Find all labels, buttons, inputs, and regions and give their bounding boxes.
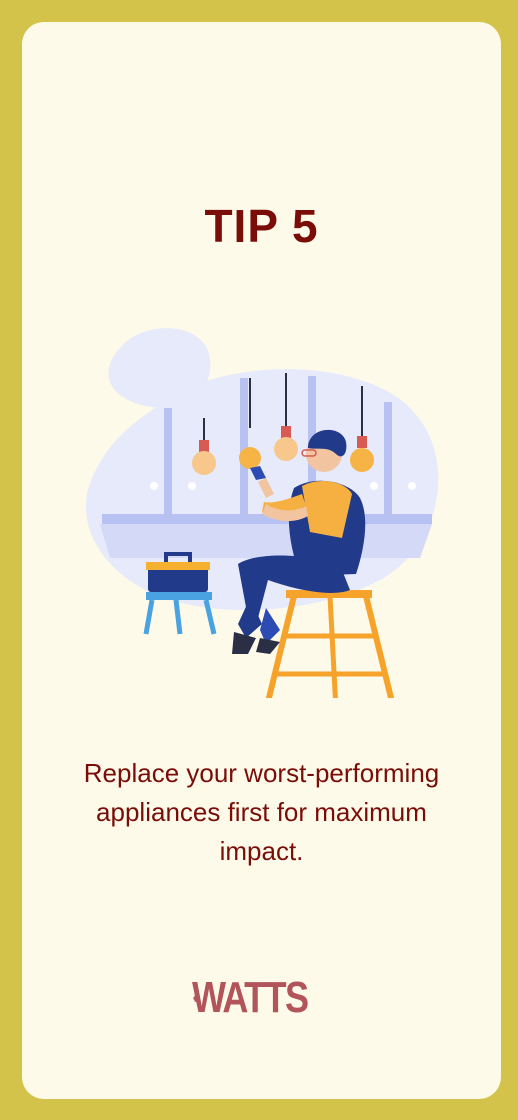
tip-description: Replace your worst-performing appliances… — [83, 758, 440, 866]
watts-logo: WATTS — [192, 968, 333, 1028]
logo-wordmark: WATTS — [192, 973, 309, 1022]
tip-title: TIP 5 — [204, 200, 319, 252]
tip-card: TIP 5 Replace your worst-performing appl… — [22, 22, 501, 1099]
electrician-illustration — [85, 328, 439, 698]
